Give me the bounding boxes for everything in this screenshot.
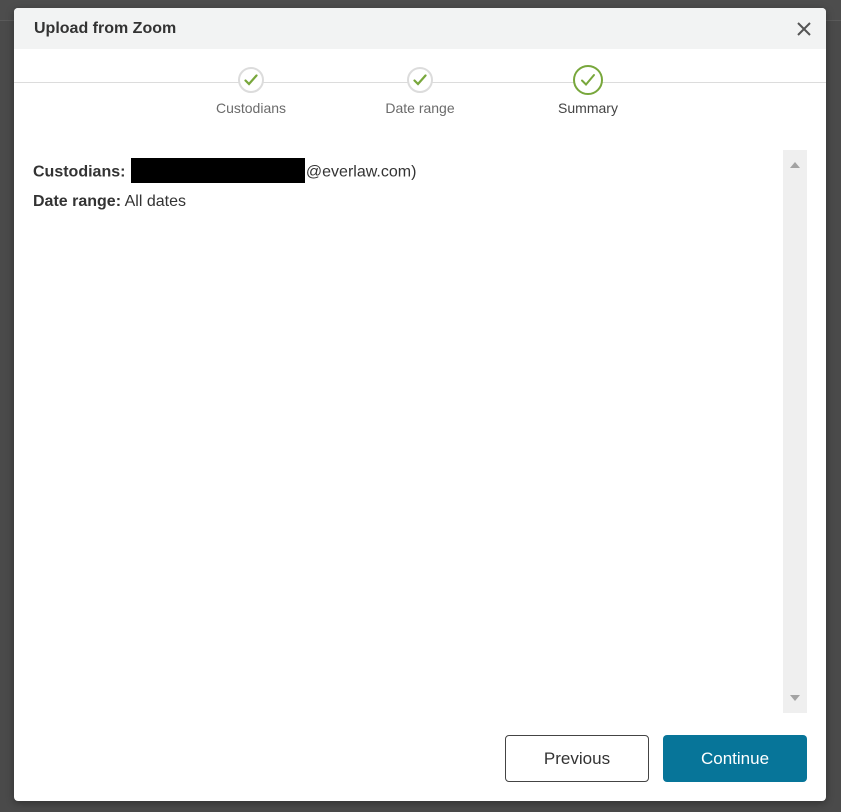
scroll-up-arrow-icon[interactable] [790, 162, 800, 168]
check-icon [413, 74, 427, 86]
continue-button[interactable]: Continue [663, 735, 807, 782]
upload-dialog: Upload from Zoom Custodians Date range S… [14, 8, 826, 801]
custodians-label: Custodians: [33, 163, 126, 181]
progress-stepper: Custodians Date range Summary [14, 8, 826, 116]
step-circle [573, 65, 603, 95]
check-icon [581, 74, 595, 86]
custodians-row: Custodians: @everlaw.com) [33, 158, 417, 192]
redacted-custodian [130, 158, 305, 183]
date-range-label: Date range: [33, 193, 122, 210]
scrollbar[interactable] [783, 150, 807, 713]
custodians-value: @everlaw.com) [305, 163, 417, 181]
step-date-range[interactable]: Date range [360, 67, 480, 116]
check-icon [244, 74, 258, 86]
step-circle [238, 67, 264, 93]
step-label: Custodians [215, 100, 287, 116]
step-label: Summary [558, 100, 618, 116]
step-label: Date range [385, 100, 455, 116]
scroll-down-arrow-icon[interactable] [790, 695, 800, 701]
step-circle [407, 67, 433, 93]
date-range-value: All dates [124, 193, 186, 210]
previous-button[interactable]: Previous [505, 735, 649, 782]
summary-content: Custodians: @everlaw.com) Date range: Al… [33, 158, 417, 224]
step-summary[interactable]: Summary [528, 65, 648, 116]
step-custodians[interactable]: Custodians [191, 67, 311, 116]
date-range-row: Date range: All dates [33, 192, 416, 224]
